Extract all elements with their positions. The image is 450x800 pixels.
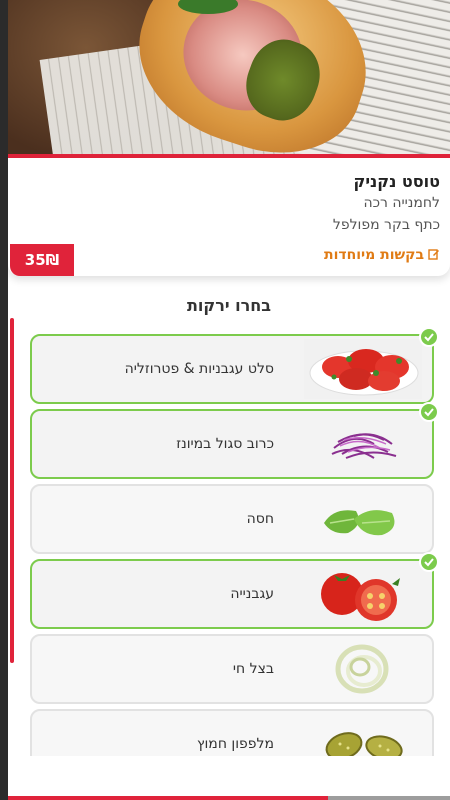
option-label: סלט עגבניות & פטרוזליה: [124, 361, 274, 377]
special-requests-link[interactable]: בקשות מיוחדות: [324, 247, 440, 263]
section-title: בחרו ירקות: [187, 296, 271, 315]
price-badge: 35₪: [10, 244, 74, 276]
edit-icon: [428, 248, 440, 263]
product-title: טוסט נקניק: [353, 172, 440, 191]
option-lettuce[interactable]: חסה: [30, 484, 434, 554]
option-label: עגבנייה: [230, 586, 274, 602]
bottom-bar: [8, 756, 450, 796]
tomato-salad-icon: [304, 339, 422, 399]
option-label: חסה: [246, 511, 274, 527]
option-tomato[interactable]: עגבנייה: [30, 552, 439, 629]
app-frame: טוסט נקניק לחמנייה רכה כתף בקר מפולפל בק…: [8, 0, 450, 800]
section-indicator-bar: [10, 318, 14, 663]
checkmark-icon: [419, 327, 439, 347]
option-label: כרוב סגול במיונז: [176, 436, 274, 452]
option-purple-cabbage-mayo[interactable]: כרוב סגול במיונז: [30, 402, 439, 479]
option-tomato-parsley-salad[interactable]: סלט עגבניות & פטרוזליה: [30, 327, 439, 404]
product-description-line-1: לחמנייה רכה: [363, 195, 440, 211]
product-description-line-2: כתף בקר מפולפל: [332, 217, 440, 233]
purple-cabbage-icon: [304, 414, 422, 474]
option-raw-onion[interactable]: בצל חי: [30, 634, 434, 704]
option-label: בצל חי: [232, 661, 274, 677]
tomato-icon: [304, 564, 422, 624]
checkmark-icon: [419, 402, 439, 422]
lettuce-icon: [304, 489, 422, 549]
onion-icon: [304, 639, 422, 699]
checkmark-icon: [419, 552, 439, 572]
product-info-card: טוסט נקניק לחמנייה רכה כתף בקר מפולפל בק…: [8, 158, 450, 276]
progress-bar-fill: [8, 796, 328, 800]
special-requests-label: בקשות מיוחדות: [324, 247, 424, 263]
product-image: [8, 0, 450, 154]
progress-bar-track: [328, 796, 450, 800]
